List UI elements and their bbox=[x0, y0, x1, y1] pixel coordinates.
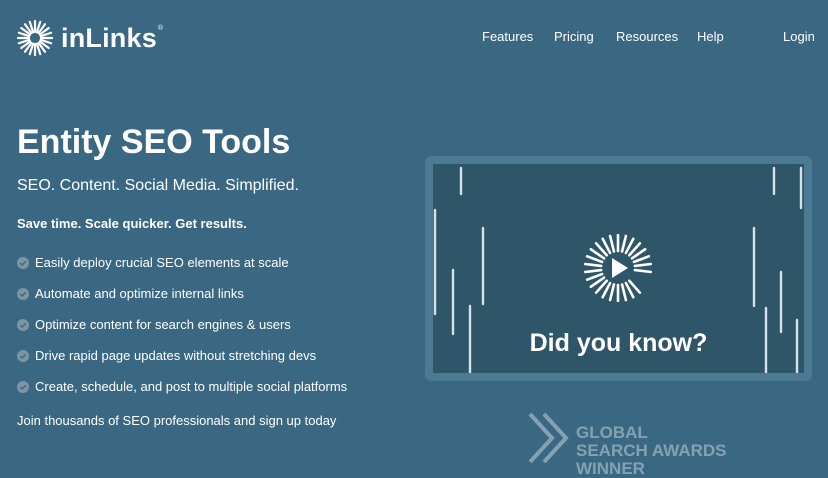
hero-title: Entity SEO Tools bbox=[17, 123, 291, 161]
sunburst-ray bbox=[584, 268, 603, 274]
check-icon bbox=[17, 349, 29, 362]
check-icon bbox=[17, 318, 29, 331]
award-line-3: WINNER bbox=[576, 459, 645, 478]
feature-text: Easily deploy crucial SEO elements at sc… bbox=[35, 255, 289, 270]
sunburst-ray bbox=[585, 272, 604, 282]
chevron-icon bbox=[528, 412, 569, 464]
sunburst-ray bbox=[633, 262, 652, 268]
sunburst-ray bbox=[620, 283, 628, 302]
video-player[interactable]: Did you know? bbox=[433, 164, 804, 373]
nav-help[interactable]: Help bbox=[697, 29, 724, 44]
feature-text: Drive rapid page updates without stretch… bbox=[35, 348, 317, 363]
sunburst-icon bbox=[17, 20, 53, 56]
sunburst-ray bbox=[620, 234, 628, 253]
check-icon bbox=[17, 380, 29, 393]
feature-item: Automate and optimize internal links bbox=[17, 278, 347, 309]
sunburst-ray bbox=[584, 262, 603, 268]
play-icon bbox=[584, 234, 652, 302]
feature-item: Optimize content for search engines & us… bbox=[17, 309, 347, 340]
sunburst-ray bbox=[608, 283, 616, 302]
nav-resources[interactable]: Resources bbox=[616, 29, 678, 44]
video-caption: Did you know? bbox=[529, 329, 708, 357]
feature-item: Easily deploy crucial SEO elements at sc… bbox=[17, 247, 347, 278]
check-icon bbox=[17, 256, 29, 269]
sunburst-ray bbox=[633, 268, 652, 274]
feature-text: Create, schedule, and post to multiple s… bbox=[35, 379, 348, 394]
feature-text: Automate and optimize internal links bbox=[35, 286, 244, 301]
feature-list: Easily deploy crucial SEO elements at sc… bbox=[17, 247, 347, 402]
registered-mark: ® bbox=[157, 24, 164, 32]
award-line-2: SEARCH AWARDS bbox=[576, 441, 727, 460]
award-line-1: GLOBAL bbox=[576, 423, 648, 442]
sunburst-ray bbox=[585, 254, 604, 264]
nav-pricing[interactable]: Pricing bbox=[554, 29, 594, 44]
feature-item: Drive rapid page updates without stretch… bbox=[17, 340, 347, 371]
sunburst-ray bbox=[608, 234, 616, 253]
feature-text: Optimize content for search engines & us… bbox=[35, 317, 291, 332]
brand-name: inLinks bbox=[61, 22, 157, 53]
join-text: Join thousands of SEO professionals and … bbox=[17, 413, 337, 428]
hero-tagline: Save time. Scale quicker. Get results. bbox=[17, 216, 247, 231]
sunburst-ray bbox=[632, 254, 651, 264]
hero-subtitle: SEO. Content. Social Media. Simplified. bbox=[17, 177, 299, 194]
nav-login[interactable]: Login bbox=[783, 29, 815, 44]
check-icon bbox=[17, 287, 29, 300]
nav-features[interactable]: Features bbox=[482, 29, 533, 44]
feature-item: Create, schedule, and post to multiple s… bbox=[17, 371, 347, 402]
award-badge: GLOBAL SEARCH AWARDS WINNER bbox=[528, 412, 727, 478]
brand-logo[interactable]: inLinks ® bbox=[17, 20, 163, 56]
